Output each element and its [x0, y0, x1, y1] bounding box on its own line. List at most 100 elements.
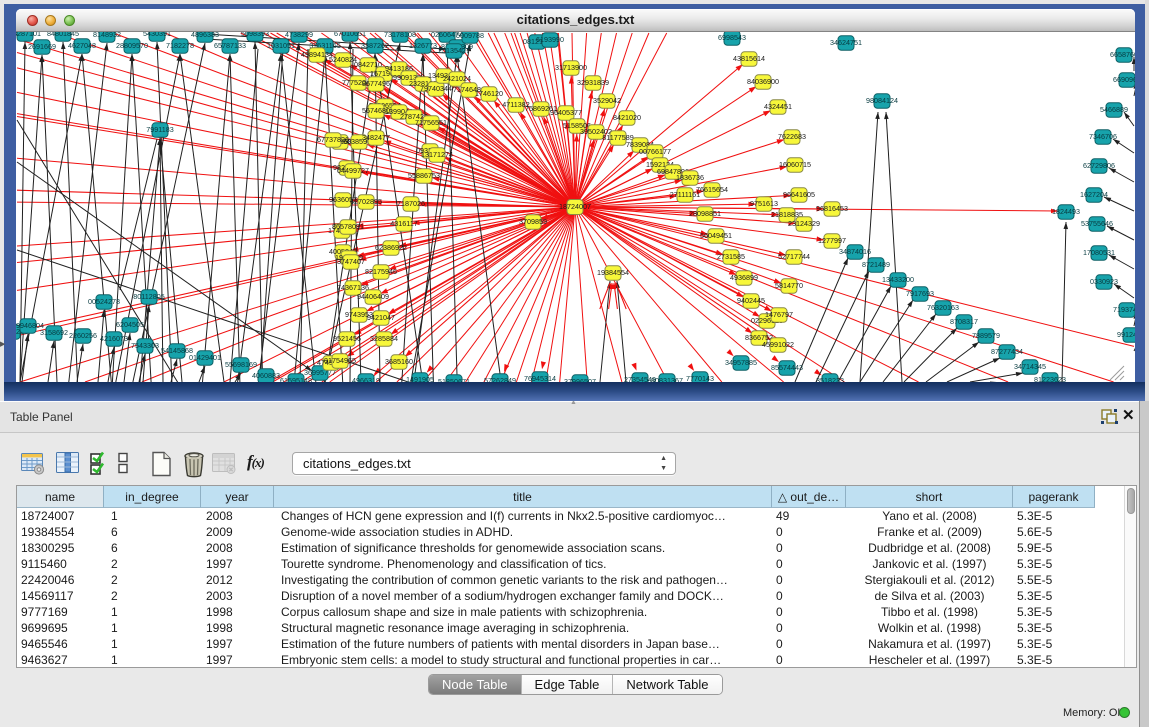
svg-text:84801845: 84801845: [47, 32, 79, 38]
svg-text:9912419: 9912419: [1117, 330, 1135, 339]
svg-text:23124329: 23124329: [788, 219, 820, 228]
svg-text:34957885: 34957885: [725, 358, 757, 367]
svg-text:13171274: 13171274: [421, 150, 453, 159]
svg-text:32931839: 32931839: [577, 78, 609, 87]
svg-text:82175946: 82175946: [365, 267, 397, 276]
svg-text:00524278: 00524278: [88, 297, 120, 306]
svg-text:34714345: 34714345: [1014, 362, 1046, 371]
svg-text:6193990: 6193990: [536, 35, 564, 44]
svg-text:4627048: 4627048: [68, 41, 96, 50]
svg-text:96816453: 96816453: [816, 204, 848, 213]
svg-text:45991022: 45991022: [762, 340, 794, 349]
svg-text:3482477: 3482477: [362, 133, 390, 142]
svg-text:13433200: 13433200: [882, 275, 914, 284]
svg-text:56049451: 56049451: [700, 231, 732, 240]
svg-text:3709859: 3709859: [519, 217, 547, 226]
svg-text:7346706: 7346706: [1089, 132, 1117, 141]
svg-text:7187026: 7187026: [397, 199, 425, 208]
svg-text:8421020: 8421020: [613, 113, 641, 122]
svg-text:3685160: 3685160: [385, 357, 413, 366]
svg-text:2421024: 2421024: [443, 74, 471, 83]
svg-text:55698169: 55698169: [225, 360, 257, 369]
svg-text:28098851: 28098851: [689, 209, 721, 218]
svg-text:1476797: 1476797: [765, 310, 793, 319]
svg-text:62729806: 62729806: [1083, 161, 1115, 170]
svg-text:5098393: 5098393: [241, 32, 269, 38]
svg-text:3529042: 3529042: [593, 96, 621, 105]
svg-text:6204505: 6204505: [116, 320, 144, 329]
svg-text:17080531: 17080531: [1083, 248, 1115, 257]
svg-text:18724007: 18724007: [559, 202, 591, 211]
svg-text:9751613: 9751613: [750, 199, 778, 208]
svg-text:1824493: 1824493: [1052, 207, 1080, 216]
svg-text:2260256: 2260256: [69, 331, 97, 340]
svg-text:01429401: 01429401: [189, 353, 221, 362]
svg-text:94406409: 94406409: [357, 292, 389, 301]
svg-text:65787133: 65787133: [214, 41, 246, 50]
svg-text:28809570: 28809570: [116, 41, 148, 50]
svg-text:67010651: 67010651: [334, 32, 366, 38]
svg-text:1491905: 1491905: [406, 375, 434, 382]
svg-text:81754965: 81754965: [324, 356, 356, 365]
svg-text:9521456: 9521456: [333, 334, 361, 343]
svg-text:0330923: 0330923: [1090, 277, 1118, 286]
svg-text:67737826: 67737826: [317, 135, 349, 144]
svg-text:74367136: 74367136: [337, 283, 369, 292]
svg-text:76615654: 76615654: [696, 185, 728, 194]
svg-text:7770143: 7770143: [686, 374, 714, 382]
svg-text:8148932: 8148932: [93, 32, 121, 39]
svg-text:62702895: 62702895: [350, 197, 382, 206]
svg-text:5009788: 5009788: [456, 32, 484, 40]
svg-text:25135427: 25135427: [438, 46, 470, 55]
svg-text:96641605: 96641605: [783, 190, 815, 199]
svg-text:80112805: 80112805: [133, 292, 164, 301]
svg-text:62386922: 62386922: [375, 243, 407, 252]
svg-text:5814770: 5814770: [775, 281, 803, 290]
svg-text:8721489: 8721489: [862, 260, 890, 269]
svg-text:3747407: 3747407: [337, 257, 365, 266]
svg-text:71756551: 71756551: [415, 118, 447, 127]
svg-text:3158692: 3158692: [40, 328, 68, 337]
svg-text:52717744: 52717744: [778, 252, 810, 261]
svg-text:2731585: 2731585: [717, 252, 745, 261]
svg-text:76320163: 76320163: [927, 303, 959, 312]
svg-text:9421047: 9421047: [367, 313, 395, 322]
svg-text:84036900: 84036900: [747, 77, 779, 86]
svg-text:29946804: 29946804: [16, 321, 44, 330]
svg-text:55886753: 55886753: [408, 171, 440, 180]
svg-text:53287101: 53287101: [16, 32, 41, 38]
svg-text:86578091: 86578091: [332, 222, 364, 231]
svg-text:87277434: 87277434: [991, 347, 1023, 356]
svg-text:5240824: 5240824: [329, 55, 357, 64]
svg-text:4738299: 4738299: [285, 32, 313, 39]
svg-text:34874016: 34874016: [839, 247, 871, 256]
svg-text:4316117: 4316117: [390, 219, 417, 228]
svg-text:7622683: 7622683: [778, 132, 806, 141]
svg-text:16060715: 16060715: [779, 160, 811, 169]
svg-text:1836736: 1836736: [676, 173, 704, 182]
svg-text:73178108: 73178108: [384, 32, 416, 39]
svg-text:1277997: 1277997: [818, 236, 846, 245]
svg-text:76945314: 76945314: [524, 374, 556, 382]
svg-text:00766177: 00766177: [639, 147, 671, 156]
svg-text:8708317: 8708317: [950, 317, 978, 326]
svg-text:4896383: 4896383: [191, 32, 219, 39]
svg-text:4936899: 4936899: [730, 273, 758, 282]
svg-text:7889579: 7889579: [972, 331, 1000, 340]
svg-text:8677496: 8677496: [362, 79, 390, 88]
svg-text:27111161: 27111161: [670, 190, 700, 199]
svg-text:7193745: 7193745: [1113, 305, 1135, 314]
svg-text:7182278: 7182278: [166, 41, 194, 50]
svg-text:5430391: 5430391: [143, 32, 171, 38]
svg-text:81223623: 81223623: [1034, 375, 1066, 382]
svg-text:4216073: 4216073: [100, 334, 128, 343]
svg-text:5674680: 5674680: [362, 106, 390, 115]
svg-text:4324451: 4324451: [764, 102, 792, 111]
svg-text:9402445: 9402445: [737, 296, 765, 305]
svg-text:34624751: 34624751: [830, 38, 862, 47]
svg-text:1031051: 1031051: [267, 41, 295, 50]
svg-text:6658760: 6658760: [1110, 50, 1135, 59]
svg-text:1326773: 1326773: [409, 41, 437, 50]
svg-text:98084124: 98084124: [866, 96, 898, 105]
svg-text:7543303: 7543303: [131, 341, 159, 350]
